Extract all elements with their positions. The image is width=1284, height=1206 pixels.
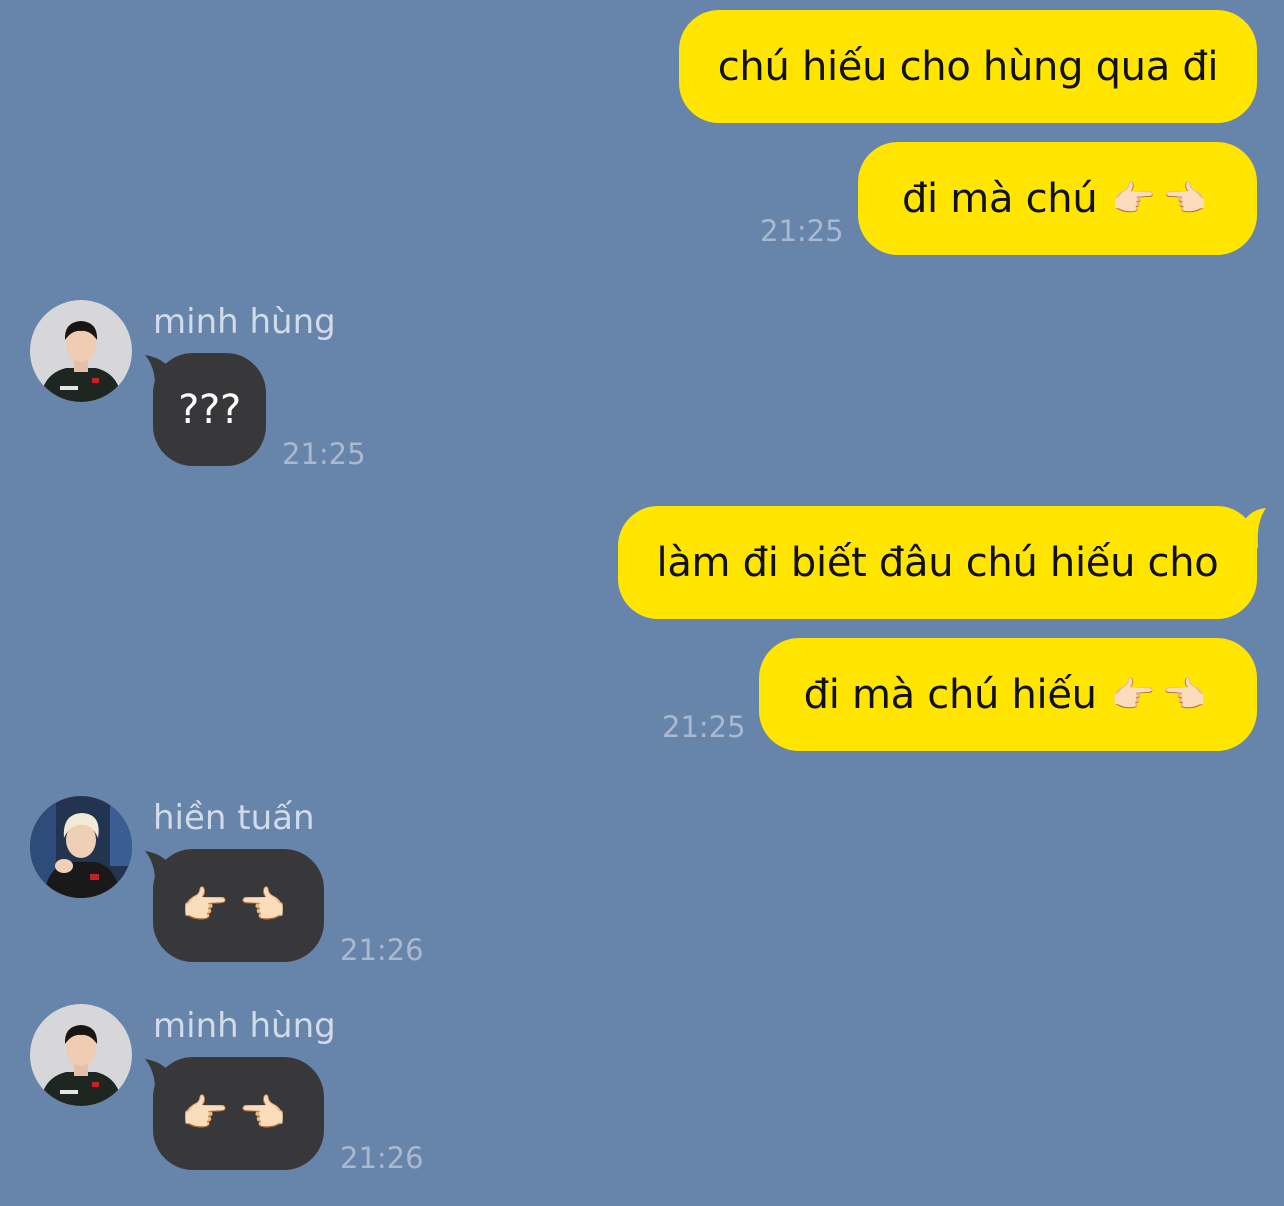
incoming-message-bubble[interactable]: 👉🏻👈🏻 — [153, 849, 324, 962]
sender-name: minh hùng — [153, 302, 336, 342]
avatar[interactable] — [30, 796, 132, 898]
message-text: ??? — [178, 386, 241, 433]
pointing-fingers-emoji: 👉🏻👈🏻 — [181, 883, 296, 927]
outgoing-message-bubble[interactable]: chú hiếu cho hùng qua đi — [679, 10, 1257, 123]
message-timestamp: 21:26 — [340, 933, 424, 967]
incoming-message-bubble[interactable]: ??? — [153, 353, 266, 466]
outgoing-message-bubble[interactable]: đi mà chú 👉🏻👈🏻 — [858, 142, 1257, 255]
profile-photo-icon — [30, 300, 132, 402]
incoming-message-bubble[interactable]: 👉🏻👈🏻 — [153, 1057, 324, 1170]
profile-photo-icon — [30, 796, 132, 898]
message-text: đi mà chú — [901, 175, 1098, 222]
sender-name: hiền tuấn — [153, 798, 315, 838]
message-text: chú hiếu cho hùng qua đi — [717, 43, 1219, 90]
message-timestamp: 21:25 — [282, 437, 366, 471]
message-timestamp: 21:25 — [662, 710, 746, 744]
pointing-fingers-emoji: 👉🏻👈🏻 — [1110, 674, 1213, 716]
profile-photo-icon — [30, 1004, 132, 1106]
message-text: làm đi biết đâu chú hiếu cho — [656, 539, 1219, 586]
avatar[interactable] — [30, 1004, 132, 1106]
pointing-fingers-emoji: 👉🏻👈🏻 — [181, 1091, 296, 1135]
pointing-fingers-emoji: 👉🏻👈🏻 — [1111, 178, 1214, 220]
message-timestamp: 21:25 — [760, 214, 844, 248]
sender-name: minh hùng — [153, 1006, 336, 1046]
message-text: đi mà chú hiếu — [803, 671, 1097, 718]
outgoing-message-bubble[interactable]: làm đi biết đâu chú hiếu cho — [618, 506, 1257, 619]
outgoing-message-bubble[interactable]: đi mà chú hiếu 👉🏻👈🏻 — [759, 638, 1257, 751]
avatar[interactable] — [30, 300, 132, 402]
message-timestamp: 21:26 — [340, 1141, 424, 1175]
